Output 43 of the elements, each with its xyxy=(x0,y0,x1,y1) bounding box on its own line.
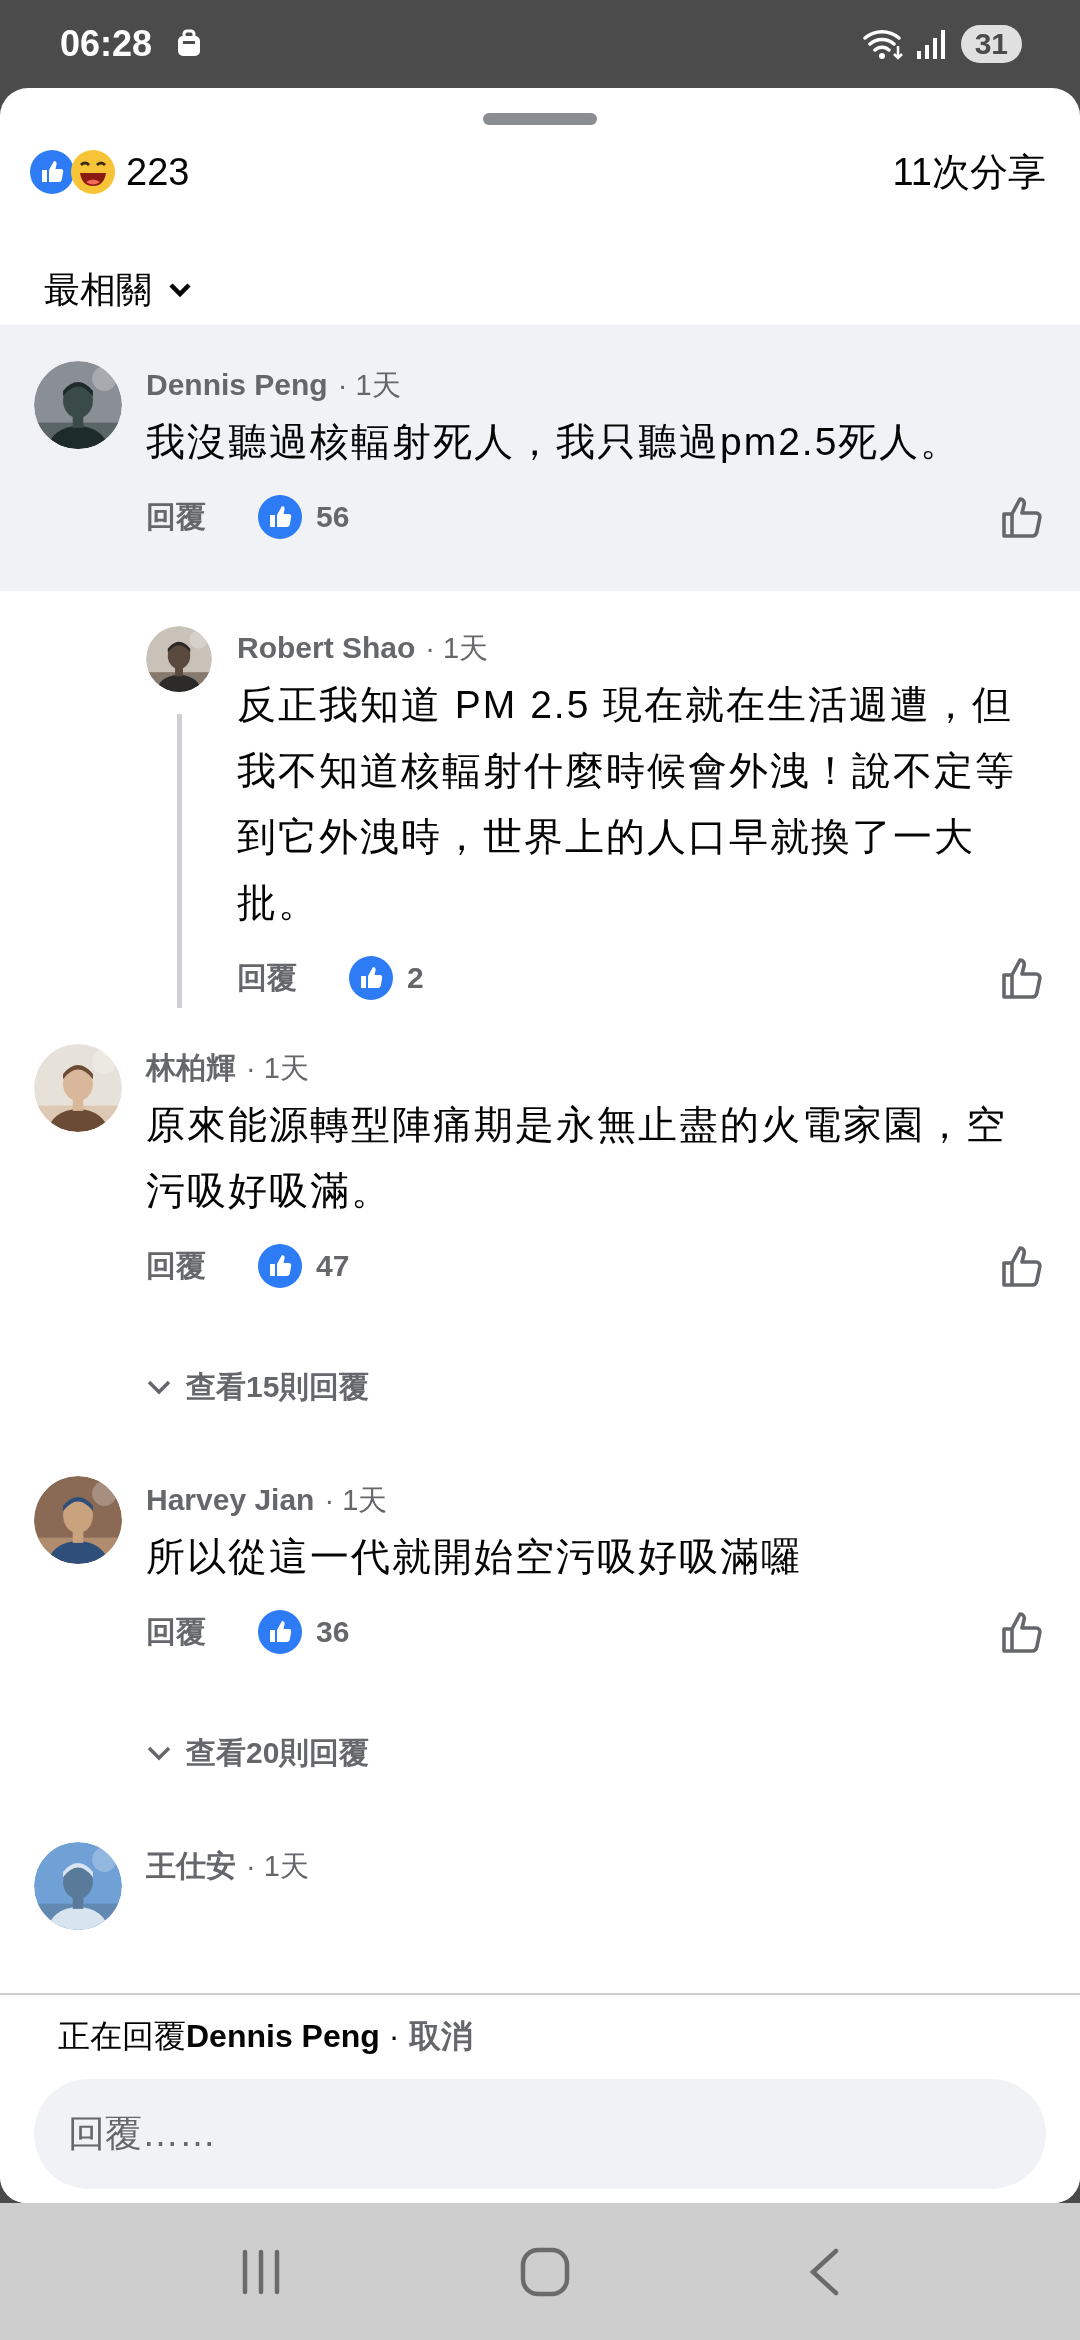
view-replies-link[interactable]: 查看15則回覆 xyxy=(146,1362,370,1412)
reaction-count[interactable]: 223 xyxy=(126,150,190,194)
like-reaction-icon xyxy=(349,956,393,1000)
cancel-link[interactable]: 取消 xyxy=(409,2015,474,2059)
like-reaction-icon xyxy=(258,1244,302,1288)
commenter-name[interactable]: 林柏輝 xyxy=(146,1046,236,1090)
replying-to-text: 正在回覆Dennis Peng · xyxy=(58,2017,400,2056)
commenter-name[interactable]: Dennis Peng xyxy=(146,363,328,407)
sort-dropdown[interactable]: 最相關 xyxy=(44,265,192,315)
reply-input-field[interactable]: 回覆…… xyxy=(34,2079,1046,2189)
like-reaction-icon xyxy=(258,495,302,539)
caret-icon xyxy=(146,1379,172,1395)
reply-link[interactable]: 回覆 xyxy=(237,957,297,999)
comment-time: · 1天 xyxy=(246,1051,309,1086)
laughing-emoji-icon xyxy=(70,149,116,195)
comment-text: 原來能源轉型陣痛期是永無止盡的火電家園，空污吸好吸滿。 xyxy=(146,1102,1008,1214)
view-replies-link[interactable]: 查看20則回覆 xyxy=(146,1728,370,1778)
home-button[interactable] xyxy=(520,2246,570,2297)
comment-time: · 1天 xyxy=(324,1483,388,1518)
drag-handle[interactable] xyxy=(483,113,597,125)
chevron-down-icon xyxy=(168,282,192,298)
caret-icon xyxy=(146,1745,172,1761)
comment-text: 所以從這一代就開始空污吸好吸滿囉 xyxy=(146,1534,803,1580)
commenter-name[interactable]: 王仕安 xyxy=(146,1844,236,1888)
reply-link[interactable]: 回覆 xyxy=(146,1611,206,1653)
like-count: 47 xyxy=(316,1249,350,1283)
like-count: 56 xyxy=(316,500,350,534)
comment-text: 反正我知道 PM 2.5 現在就在生活週遭，但我不知道核輻射什麼時候會外洩！說不定等到它外洩時，世界上的人口早就換了一大批。 xyxy=(237,682,1017,926)
reply-link[interactable]: 回覆 xyxy=(146,496,206,538)
like-count: 2 xyxy=(407,961,424,995)
share-count[interactable]: 11次分享 xyxy=(892,146,1046,198)
commenter-name[interactable]: Robert Shao xyxy=(237,626,416,670)
like-count: 36 xyxy=(316,1615,350,1649)
reply-link[interactable]: 回覆 xyxy=(146,1245,206,1287)
comment-time: · 1天 xyxy=(246,1849,309,1884)
clock-time: 06:28 xyxy=(60,23,153,65)
comment-time: · 1天 xyxy=(337,368,401,403)
battery-level: 31 xyxy=(960,25,1022,63)
like-reaction-icon xyxy=(30,150,74,194)
comment-time: · 1天 xyxy=(425,631,489,666)
commenter-name[interactable]: Harvey Jian xyxy=(146,1478,315,1522)
comment-text: 我沒聽過核輻射死人，我只聽過pm2.5死人。 xyxy=(146,419,963,465)
like-reaction-icon xyxy=(258,1610,302,1654)
